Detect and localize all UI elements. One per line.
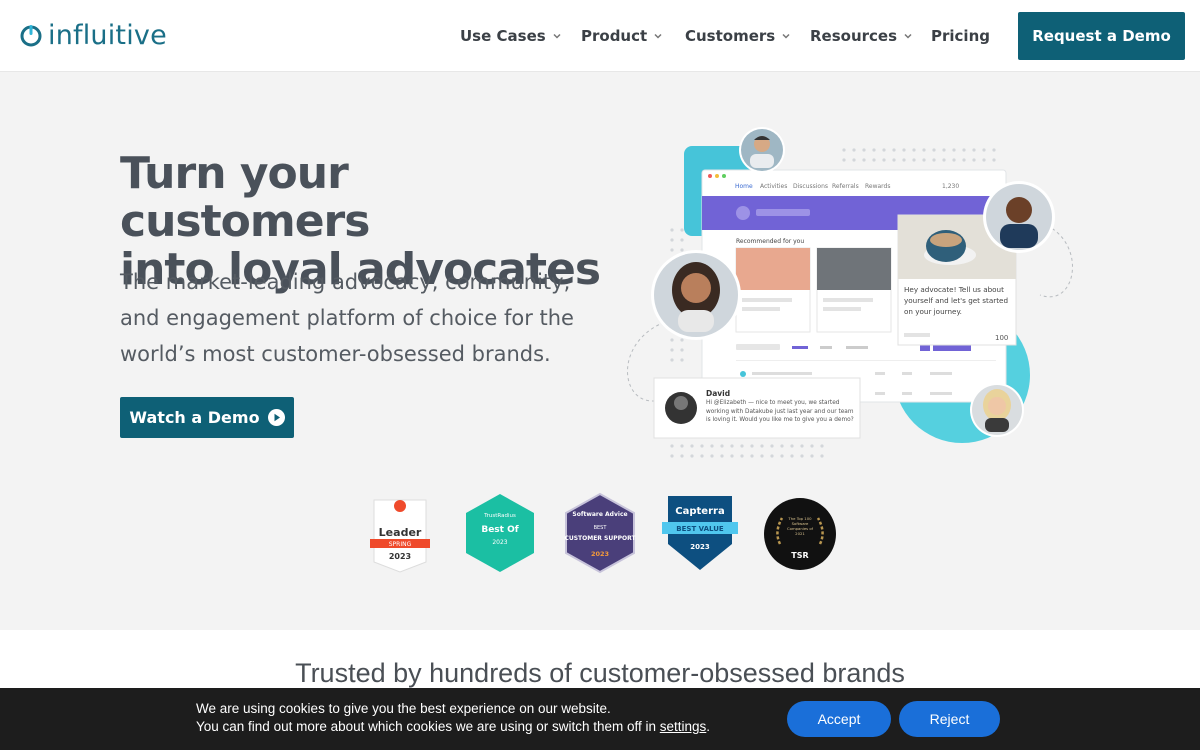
illus-tab-referrals: Referrals <box>832 183 859 190</box>
cookie-line-2-end: . <box>706 719 711 734</box>
capterra-year-text: 2023 <box>690 543 710 551</box>
chevron-down-icon <box>904 33 912 39</box>
chevron-down-icon <box>654 33 662 39</box>
nav-customers-label: Customers <box>685 27 776 45</box>
tsr-caption-text: The Top 100 Software Companies of 2021 <box>786 516 814 536</box>
power-logo-icon <box>20 25 42 47</box>
nav-resources-label: Resources <box>810 27 898 45</box>
illus-chat-message: Hi @Elizabeth — nice to meet you, we sta… <box>706 400 854 423</box>
illus-tab-activities: Activities <box>760 183 787 190</box>
tsr-top-100-badge: The Top 100 Software Companies of 2021 T… <box>764 498 836 570</box>
nav-product[interactable]: Product <box>581 25 663 47</box>
avatar-woman-left <box>651 250 741 340</box>
chevron-down-icon <box>782 33 790 39</box>
trustradius-brand-text: TrustRadius <box>483 513 516 519</box>
illus-advocate-points: 100 <box>995 334 1008 342</box>
g2-leader-badge: Leader SPRING 2023 <box>370 499 430 573</box>
trusted-heading: Trusted by hundreds of customer-obsessed… <box>295 658 905 688</box>
illus-tab-rewards: Rewards <box>865 183 890 190</box>
nav-use-cases[interactable]: Use Cases <box>460 25 562 47</box>
logo-wordmark: influitive <box>48 19 167 51</box>
nav-use-cases-label: Use Cases <box>460 27 546 45</box>
tsr-logo-text: TSR <box>791 551 808 560</box>
capterra-badge: Capterra BEST VALUE 2023 <box>662 496 738 570</box>
capterra-brand-text: Capterra <box>675 506 724 517</box>
request-demo-button[interactable]: Request a Demo <box>1018 12 1185 60</box>
cookie-line-2-text: You can find out more about which cookie… <box>196 719 660 734</box>
avatar-man-top <box>739 127 785 173</box>
g2-season-text: SPRING <box>389 541 412 548</box>
software-advice-best-text: BEST <box>594 525 608 531</box>
cookie-line-1: We are using cookies to give you the bes… <box>196 701 611 716</box>
g2-year-text: 2023 <box>389 552 411 561</box>
site-header: influitive Use Cases Product Customers R… <box>0 0 1200 72</box>
trustradius-year-text: 2023 <box>492 539 507 546</box>
cookie-message: We are using cookies to give you the bes… <box>196 700 776 736</box>
software-advice-brand-text: Software Advice <box>572 511 627 518</box>
illus-tab-home: Home <box>735 183 753 190</box>
illus-recommended: Recommended for you <box>736 238 804 245</box>
avatar-woman-bottom <box>970 383 1024 437</box>
hero-title-line-1: Turn your customers <box>120 148 370 247</box>
cookie-banner: We are using cookies to give you the bes… <box>0 688 1200 750</box>
illus-tab-discussions: Discussions <box>793 183 828 190</box>
illus-points: 1,230 <box>942 183 959 190</box>
nav-pricing[interactable]: Pricing <box>931 25 990 47</box>
trustradius-bestof-text: Best Of <box>481 525 518 535</box>
avatar-man-right <box>983 181 1055 253</box>
illus-advocate-card-text: Hey advocate! Tell us about yourself and… <box>904 285 1009 316</box>
nav-pricing-label: Pricing <box>931 27 990 45</box>
software-advice-category-text: CUSTOMER SUPPORT <box>564 535 636 542</box>
nav-resources[interactable]: Resources <box>810 25 913 47</box>
illus-chat-name: David <box>706 389 730 398</box>
software-advice-year-text: 2023 <box>591 550 609 558</box>
nav-product-label: Product <box>581 27 648 45</box>
software-advice-badge: Software Advice BEST CUSTOMER SUPPORT 20… <box>564 492 636 574</box>
cookie-reject-button[interactable]: Reject <box>899 701 1000 737</box>
cookie-settings-link[interactable]: settings <box>660 719 707 734</box>
g2-leader-text: Leader <box>379 526 422 539</box>
watch-demo-button[interactable]: Watch a Demo <box>120 397 294 438</box>
nav-customers[interactable]: Customers <box>685 25 791 47</box>
capterra-bestvalue-text: BEST VALUE <box>676 525 724 533</box>
cookie-line-2: You can find out more about which cookie… <box>196 718 776 736</box>
watch-demo-label: Watch a Demo <box>129 408 260 427</box>
play-icon <box>267 409 285 426</box>
awards-badges: Leader SPRING 2023 TrustRadius Best Of 2… <box>360 492 840 577</box>
trustradius-badge: TrustRadius Best Of 2023 <box>466 494 534 572</box>
cookie-accept-button[interactable]: Accept <box>787 701 891 737</box>
chevron-down-icon <box>553 33 561 39</box>
influitive-logo[interactable]: influitive <box>20 19 167 51</box>
hero-illustration: Home Activities Discussions Referrals Re… <box>627 127 1073 458</box>
hero-subtitle: The market-leading advocacy, community, … <box>120 270 574 366</box>
